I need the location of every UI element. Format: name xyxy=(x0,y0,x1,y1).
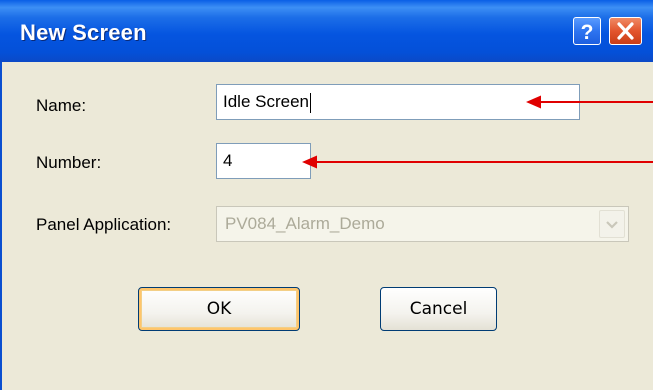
number-field-value: 4 xyxy=(223,151,233,170)
help-button[interactable]: ? xyxy=(573,17,601,45)
dropdown-button xyxy=(599,210,625,238)
svg-text:?: ? xyxy=(581,21,594,44)
panel-application-label: Panel Application: xyxy=(36,215,172,234)
cancel-button[interactable]: Cancel xyxy=(380,287,497,331)
name-field[interactable]: Idle Screen xyxy=(216,84,580,120)
title-bar[interactable]: New Screen ? xyxy=(0,0,653,62)
ok-button[interactable]: OK xyxy=(138,287,300,331)
name-label: Name: xyxy=(36,96,87,115)
number-label: Number: xyxy=(36,153,102,172)
arrow-to-number-field xyxy=(302,155,653,169)
close-x-icon xyxy=(617,22,634,40)
panel-application-value: PV084_Alarm_Demo xyxy=(225,214,385,233)
panel-application-select: PV084_Alarm_Demo xyxy=(216,206,629,242)
question-mark-icon: ? xyxy=(581,21,594,44)
name-field-value: Idle Screen xyxy=(223,92,309,111)
dialog-title: New Screen xyxy=(20,20,147,45)
number-field[interactable]: 4 xyxy=(216,143,311,179)
new-screen-dialog: New Screen ? Name: Idle Screen Number: 4… xyxy=(0,0,653,390)
chevron-down-icon xyxy=(606,221,618,229)
text-caret xyxy=(310,92,311,113)
close-button[interactable] xyxy=(609,17,642,45)
window-border xyxy=(0,62,2,390)
